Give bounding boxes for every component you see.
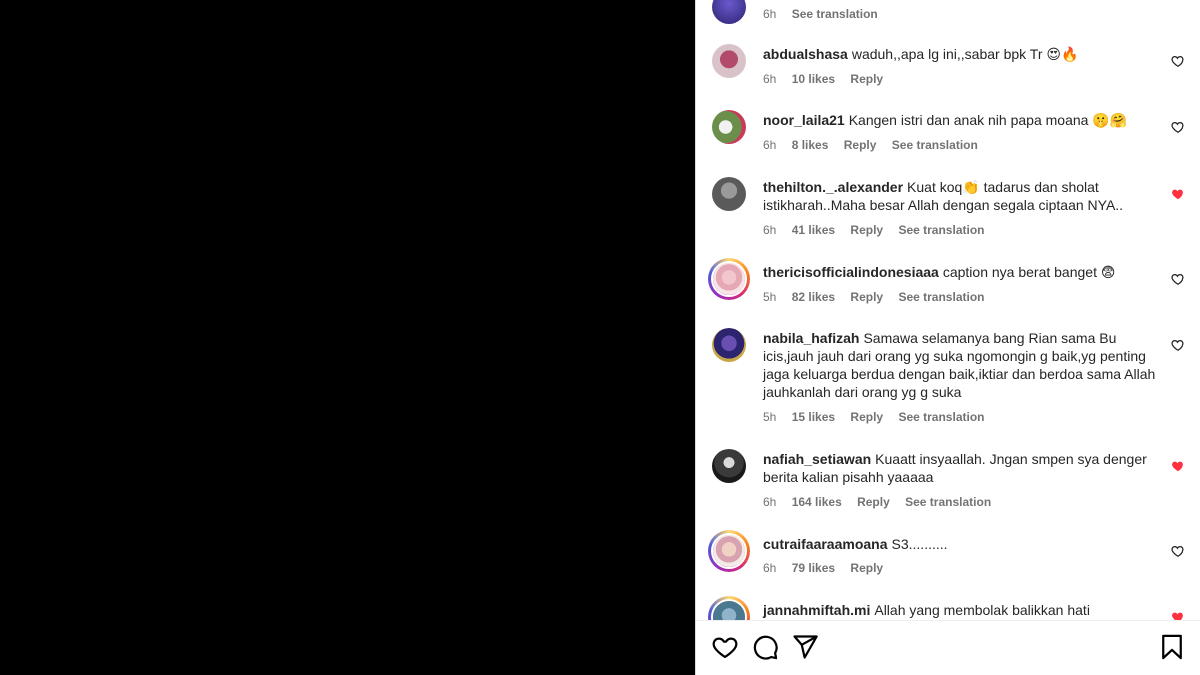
- comment-body: thericisofficialindonesiaaa caption nya b…: [763, 263, 1158, 281]
- reply-link[interactable]: Reply: [850, 290, 883, 304]
- avatar[interactable]: [708, 258, 750, 300]
- comment-body: jannahmiftah.mi Allah yang membolak balik…: [763, 601, 1158, 619]
- comment-username[interactable]: nafiah_setiawan: [763, 451, 871, 467]
- likes-count[interactable]: 41 likes: [792, 223, 835, 237]
- comment-text: caption nya berat banget 😨: [942, 264, 1116, 280]
- comment-username[interactable]: nabila_hafizah: [763, 330, 859, 346]
- avatar[interactable]: [712, 449, 746, 483]
- reply-link[interactable]: Reply: [850, 561, 883, 575]
- comment-text: S3..........: [891, 536, 948, 552]
- comment-time: 6h: [763, 561, 777, 575]
- comment-time: 6h: [763, 495, 777, 509]
- comment-body: cutraifaaraamoana S3..........: [763, 535, 1158, 553]
- heart-icon[interactable]: [1171, 338, 1185, 352]
- see-translation-link[interactable]: See translation: [892, 138, 978, 152]
- reply-link[interactable]: Reply: [850, 410, 883, 424]
- comment-meta: 5h 15 likes Reply See translation: [763, 410, 996, 424]
- see-translation-link[interactable]: See translation: [898, 223, 984, 237]
- comments-panel: 6h See translation abdualshasa waduh,,apa…: [695, 0, 1200, 675]
- heart-icon[interactable]: [1171, 544, 1185, 558]
- likes-count[interactable]: 15 likes: [792, 410, 835, 424]
- comment-body: abdualshasa waduh,,apa lg ini,,sabar bpk …: [763, 45, 1158, 63]
- comment-time: 6h: [763, 7, 777, 21]
- avatar[interactable]: [712, 177, 746, 211]
- reply-link[interactable]: Reply: [850, 72, 883, 86]
- comment-body: nafiah_setiawan Kuaatt insyaallah. Jngan …: [763, 450, 1158, 486]
- comment-meta: 6h 41 likes Reply See translation: [763, 223, 996, 237]
- post-actions-bar: [696, 620, 1200, 675]
- likes-count[interactable]: 10 likes: [792, 72, 835, 86]
- likes-count[interactable]: 82 likes: [792, 290, 835, 304]
- likes-count[interactable]: 164 likes: [792, 495, 842, 509]
- comment-text: Allah yang membolak balikkan hati: [874, 602, 1090, 618]
- heart-icon-liked[interactable]: [1171, 459, 1185, 473]
- heart-icon[interactable]: [1171, 120, 1185, 134]
- comment-time: 5h: [763, 290, 777, 304]
- bookmark-icon[interactable]: [1158, 633, 1186, 661]
- share-icon[interactable]: [791, 633, 819, 661]
- reply-link[interactable]: Reply: [857, 495, 890, 509]
- heart-icon-liked[interactable]: [1171, 610, 1185, 620]
- comment-text: waduh,,apa lg ini,,sabar bpk Tr 😍🔥: [851, 46, 1079, 62]
- comment-username[interactable]: thehilton._.alexander: [763, 179, 903, 195]
- heart-icon-liked[interactable]: [1171, 187, 1185, 201]
- avatar[interactable]: [708, 530, 750, 572]
- comment-username[interactable]: cutraifaaraamoana: [763, 536, 888, 552]
- reply-link[interactable]: Reply: [844, 138, 877, 152]
- see-translation-link[interactable]: See translation: [792, 7, 878, 21]
- post-media: [0, 0, 695, 675]
- likes-count[interactable]: 79 likes: [792, 561, 835, 575]
- comment-username[interactable]: noor_laila21: [763, 112, 845, 128]
- comment-body: noor_laila21 Kangen istri dan anak nih pa…: [763, 111, 1158, 129]
- comment-time: 6h: [763, 72, 777, 86]
- comment-icon[interactable]: [751, 633, 779, 661]
- likes-count[interactable]: 8 likes: [792, 138, 829, 152]
- avatar[interactable]: [712, 328, 746, 362]
- heart-icon[interactable]: [711, 633, 739, 661]
- comments-list[interactable]: 6h See translation abdualshasa waduh,,apa…: [696, 0, 1200, 620]
- comment-meta: 5h 82 likes Reply See translation: [763, 290, 996, 304]
- reply-link[interactable]: Reply: [850, 223, 883, 237]
- comment-meta: 6h See translation: [763, 7, 890, 21]
- comment-meta: 6h 10 likes Reply: [763, 72, 895, 86]
- see-translation-link[interactable]: See translation: [898, 410, 984, 424]
- comment-username[interactable]: jannahmiftah.mi: [763, 602, 870, 618]
- comment-meta: 6h 164 likes Reply See translation: [763, 495, 1003, 509]
- see-translation-link[interactable]: See translation: [905, 495, 991, 509]
- see-translation-link[interactable]: See translation: [898, 290, 984, 304]
- heart-icon[interactable]: [1171, 272, 1185, 286]
- comment-time: 6h: [763, 138, 777, 152]
- comment-text: Kangen istri dan anak nih papa moana 🤫🤗: [848, 112, 1128, 128]
- comment-time: 5h: [763, 410, 777, 424]
- comment-meta: 6h 79 likes Reply: [763, 561, 895, 575]
- comment-username[interactable]: thericisofficialindonesiaaa: [763, 264, 939, 280]
- comment-meta: 6h 8 likes Reply See translation: [763, 138, 990, 152]
- heart-icon[interactable]: [1171, 54, 1185, 68]
- comment-body: nabila_hafizah Samawa selamanya bang Rian…: [763, 329, 1158, 401]
- avatar[interactable]: [712, 110, 746, 144]
- comment-body: thehilton._.alexander Kuat koq👏 tadarus d…: [763, 178, 1158, 214]
- avatar[interactable]: [712, 44, 746, 78]
- comment-time: 6h: [763, 223, 777, 237]
- avatar[interactable]: [708, 596, 750, 620]
- avatar[interactable]: [712, 0, 746, 24]
- comment-username[interactable]: abdualshasa: [763, 46, 848, 62]
